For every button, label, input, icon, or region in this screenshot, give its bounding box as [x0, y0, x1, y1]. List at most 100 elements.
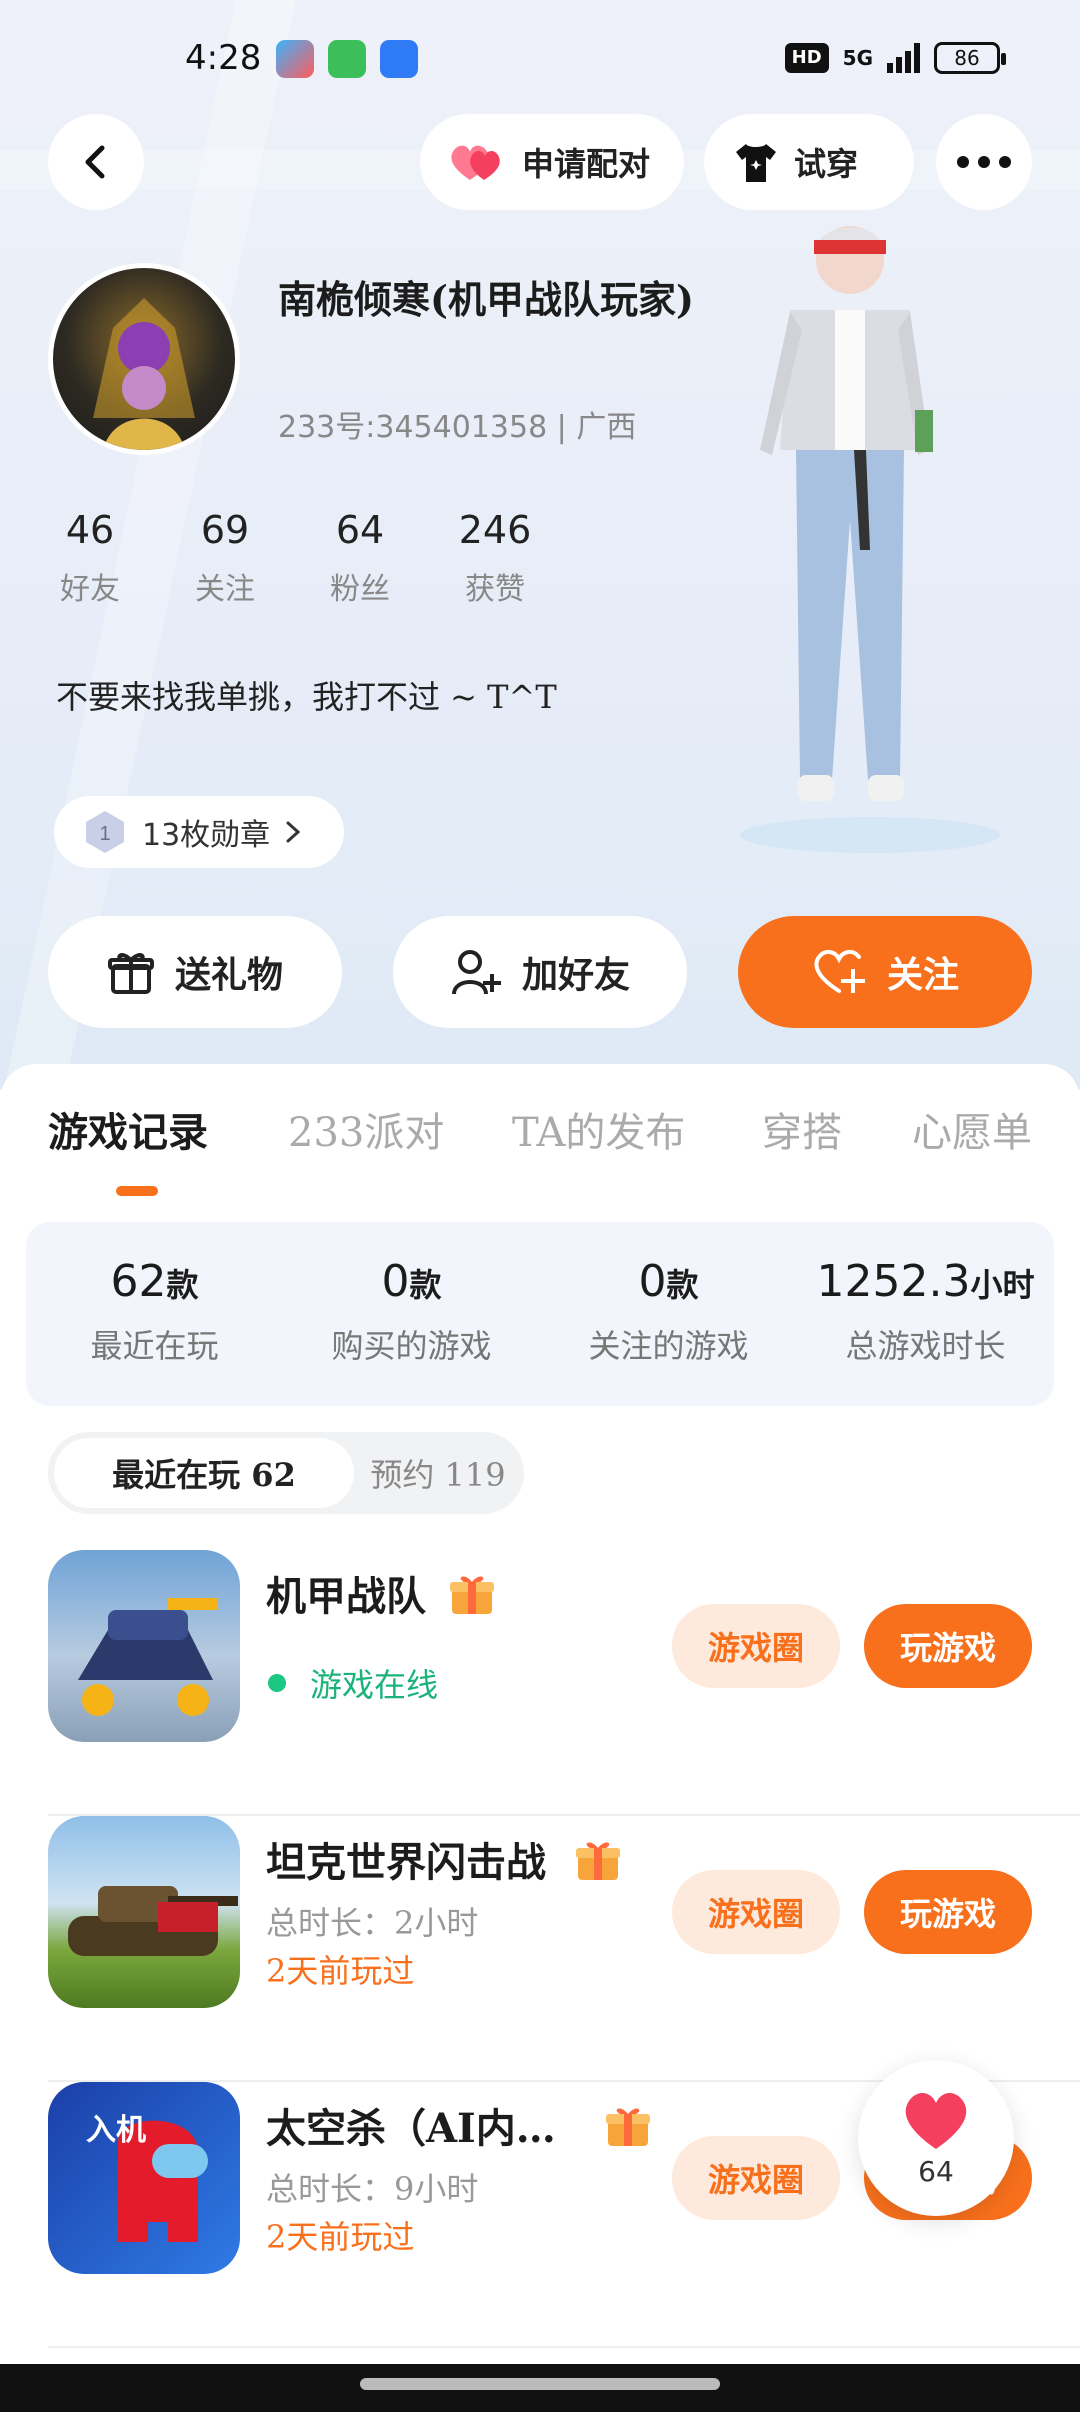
divider — [48, 2346, 1080, 2348]
game-circle-button[interactable]: 游戏圈 — [672, 2136, 840, 2220]
heart-icon — [905, 2092, 967, 2149]
back-button[interactable] — [48, 114, 144, 210]
try-on-label: 试穿 — [794, 145, 859, 183]
game-online-status: 游戏在线 — [310, 1666, 439, 1704]
message-notification-icon — [328, 40, 366, 78]
game-playtime: 总时长：2小时 — [266, 1904, 479, 1942]
app-store-notification-icon — [380, 40, 418, 78]
stat-label: 关注 — [195, 572, 255, 607]
summary-label: 关注的游戏 — [588, 1327, 749, 1365]
status-time: 4:28 — [185, 38, 262, 78]
summary-value: 0款 — [638, 1256, 699, 1307]
summary-value: 1252.3小时 — [816, 1256, 1035, 1307]
list-item[interactable]: 坦克世界闪击战 总时长：2小时 2天前玩过 游戏圈 玩游戏 — [48, 1816, 1080, 2082]
medals-label: 13枚勋章 — [142, 818, 271, 853]
try-on-button[interactable]: 试穿 — [704, 114, 914, 210]
play-game-button[interactable]: 玩游戏 — [864, 1604, 1032, 1688]
summary-recent[interactable]: 62款 最近在玩 — [26, 1256, 283, 1367]
chevron-right-icon — [286, 821, 301, 843]
tab-wishlist[interactable]: 心愿单 — [912, 1100, 1032, 1158]
game-icon: 入机 — [48, 2082, 240, 2274]
svg-text:入机: 入机 — [86, 2114, 146, 2147]
add-friend-button[interactable]: 加好友 — [393, 916, 687, 1028]
online-status-icon — [268, 1674, 286, 1692]
network-label: 5G — [842, 46, 873, 70]
svg-text:1: 1 — [99, 823, 110, 845]
more-button[interactable] — [936, 114, 1032, 210]
summary-value: 0款 — [381, 1256, 442, 1307]
stat-fans[interactable]: 64 粉丝 — [310, 508, 410, 608]
tab-233-party[interactable]: 233派对 — [288, 1100, 444, 1158]
apply-match-label: 申请配对 — [522, 145, 651, 183]
double-heart-icon — [451, 145, 500, 180]
list-item[interactable]: 机甲战队 游戏在线 游戏圈 玩游戏 — [48, 1550, 1080, 1816]
gift-icon — [576, 1842, 620, 1880]
stat-friends[interactable]: 46 好友 — [40, 508, 140, 608]
game-title: 太空杀（AI内… — [266, 2105, 556, 2152]
profile-page: 4:28 HD 5G 86 申请配对 试穿 南桅倾寒(机甲战队玩家) 233号:… — [0, 0, 1080, 2412]
heart-plus-icon — [814, 950, 865, 993]
stat-value: 64 — [335, 508, 385, 552]
summary-label: 最近在玩 — [90, 1327, 219, 1365]
home-indicator[interactable] — [360, 2378, 720, 2390]
apply-match-button[interactable]: 申请配对 — [420, 114, 684, 210]
signal-icon — [887, 43, 920, 73]
game-circle-button[interactable]: 游戏圈 — [672, 1604, 840, 1688]
summary-followed[interactable]: 0款 关注的游戏 — [540, 1256, 797, 1367]
game-icon — [48, 1550, 240, 1742]
bio: 不要来找我单挑，我打不过 ~ T^T — [56, 678, 557, 716]
stat-value: 46 — [65, 508, 115, 552]
follow-label: 关注 — [886, 954, 959, 996]
medal-icon: 1 — [86, 811, 124, 853]
summary-purchased[interactable]: 0款 购买的游戏 — [283, 1256, 540, 1367]
username: 南桅倾寒(机甲战队玩家) — [278, 277, 694, 322]
send-gift-label: 送礼物 — [174, 954, 283, 996]
game-title: 机甲战队 — [266, 1573, 426, 1620]
tab-posts[interactable]: TA的发布 — [512, 1100, 685, 1158]
game-playtime: 总时长：9小时 — [266, 2170, 479, 2208]
stat-label: 好友 — [60, 572, 120, 607]
more-dots-icon — [957, 156, 1011, 168]
gift-icon — [107, 953, 154, 994]
tab-game-records[interactable]: 游戏记录 — [48, 1100, 208, 1158]
chevron-left-icon — [85, 145, 105, 179]
filter-reserved[interactable]: 预约 119 — [358, 1438, 518, 1508]
avatar-3d-figure[interactable] — [720, 220, 1010, 860]
avatar-image — [93, 298, 195, 450]
status-bar: 4:28 HD 5G 86 — [0, 30, 1080, 90]
game-circle-button[interactable]: 游戏圈 — [672, 1870, 840, 1954]
tab-indicator — [116, 1186, 158, 1196]
play-game-button[interactable]: 玩游戏 — [864, 1870, 1032, 1954]
user-id-region: 233号:345401358 | 广西 — [278, 410, 637, 445]
stat-likes[interactable]: 246 获赞 — [445, 508, 545, 608]
floating-like-button[interactable]: 64 — [858, 2060, 1014, 2216]
status-indicators: HD 5G 86 — [784, 42, 1006, 74]
like-count: 64 — [918, 2154, 954, 2188]
game-icon — [48, 1816, 240, 2008]
medals-button[interactable]: 1 13枚勋章 — [54, 796, 344, 868]
avatar[interactable] — [48, 263, 240, 455]
summary-playtime[interactable]: 1252.3小时 总游戏时长 — [797, 1256, 1054, 1367]
summary-label: 总游戏时长 — [845, 1327, 1006, 1365]
tab-outfits[interactable]: 穿搭 — [762, 1100, 842, 1158]
follow-button[interactable]: 关注 — [738, 916, 1032, 1028]
send-gift-button[interactable]: 送礼物 — [48, 916, 342, 1028]
stat-label: 获赞 — [465, 572, 525, 607]
game-filter: 最近在玩 62 预约 119 — [48, 1432, 524, 1514]
add-user-icon — [451, 950, 501, 995]
battery-icon: 86 — [934, 42, 1006, 74]
stat-following[interactable]: 69 关注 — [175, 508, 275, 608]
gift-icon — [450, 1576, 494, 1614]
gift-icon — [606, 2108, 650, 2146]
stat-label: 粉丝 — [330, 572, 390, 607]
add-friend-label: 加好友 — [521, 954, 630, 996]
game-title: 坦克世界闪击战 — [266, 1839, 546, 1886]
game-last-played: 2天前玩过 — [266, 1952, 415, 1990]
hd-icon: HD — [784, 43, 829, 73]
filter-recent[interactable]: 最近在玩 62 — [54, 1438, 354, 1508]
app-notification-icon — [276, 40, 314, 78]
shirt-icon — [736, 144, 776, 182]
stat-value: 246 — [458, 508, 532, 552]
summary-value: 62款 — [110, 1256, 199, 1307]
game-last-played: 2天前玩过 — [266, 2218, 415, 2256]
